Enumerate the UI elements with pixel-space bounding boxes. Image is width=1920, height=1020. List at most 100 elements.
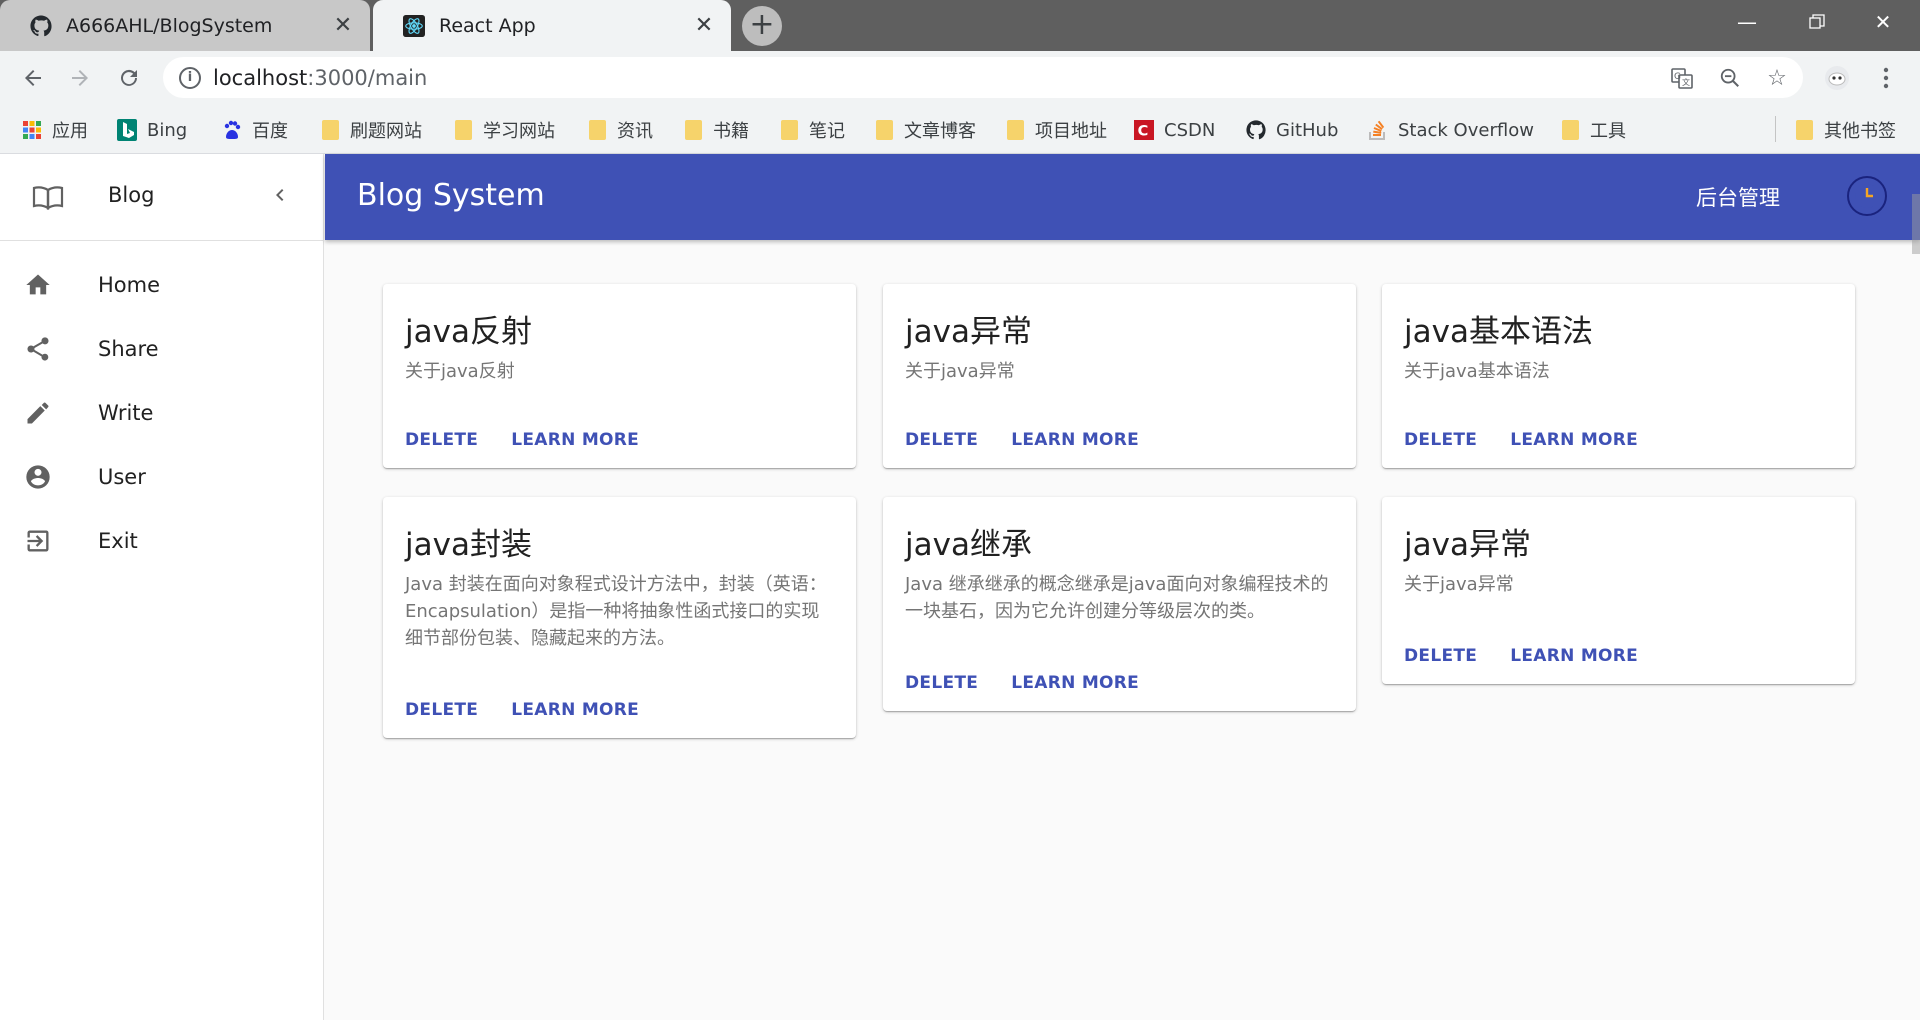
bookmark-folder[interactable]: 工具 <box>1560 116 1626 144</box>
close-tab-icon[interactable]: ✕ <box>328 13 358 38</box>
delete-button[interactable]: DELETE <box>905 673 978 693</box>
close-window-icon[interactable]: ✕ <box>1852 0 1914 44</box>
folder-icon <box>320 120 340 140</box>
learn-more-button[interactable]: LEARN MORE <box>511 430 639 450</box>
chevron-left-icon[interactable] <box>268 183 292 211</box>
nav-item-label: User <box>98 465 146 489</box>
browser-toolbar: i localhost :3000/main G文 ☆ <box>0 51 1920 104</box>
browser-tab-react-app[interactable]: React App ✕ <box>373 0 731 51</box>
card-description: Java 继承继承的概念继承是java面向对象编程技术的一块基石，因为它允许创建… <box>905 574 1329 622</box>
card-title: java基本语法 <box>1404 314 1593 350</box>
close-tab-icon[interactable]: ✕ <box>689 13 719 38</box>
back-icon[interactable] <box>16 61 50 95</box>
forward-icon[interactable] <box>63 61 97 95</box>
card-description: 关于java基本语法 <box>1404 361 1550 382</box>
bookmark-label: 项目地址 <box>1035 121 1107 142</box>
svg-text:C: C <box>1138 123 1149 139</box>
react-icon <box>403 14 425 37</box>
bookmark-folder[interactable]: 书籍 <box>683 116 749 144</box>
delete-button[interactable]: DELETE <box>905 430 978 450</box>
bookmark-star-icon[interactable]: ☆ <box>1763 64 1791 92</box>
card-title: java反射 <box>405 314 532 350</box>
svg-text:文: 文 <box>1682 77 1690 87</box>
bookmark-folder[interactable]: 资讯 <box>587 116 653 144</box>
delete-button[interactable]: DELETE <box>1404 646 1477 666</box>
app-title: Blog System <box>357 178 545 213</box>
bookmark-label: 百度 <box>252 121 288 142</box>
bookmark-folder[interactable]: 笔记 <box>779 116 845 144</box>
bookmark-label: Bing <box>147 119 188 141</box>
folder-icon <box>779 120 799 140</box>
new-tab-button[interactable]: + <box>742 6 782 46</box>
browser-menu-icon[interactable] <box>1872 64 1900 92</box>
bookmark-other[interactable]: 其他书签 <box>1794 116 1896 144</box>
card-title: java异常 <box>905 314 1032 350</box>
learn-more-button[interactable]: LEARN MORE <box>1510 430 1638 450</box>
learn-more-button[interactable]: LEARN MORE <box>511 700 639 720</box>
reload-icon[interactable] <box>112 61 146 95</box>
post-card: java反射 关于java反射 DELETE LEARN MORE <box>383 284 856 468</box>
bookmark-label: Stack Overflow <box>1398 119 1534 141</box>
nav-item-label: Home <box>98 273 161 297</box>
scrollbar[interactable] <box>1912 194 1920 254</box>
nav-item-label: Exit <box>98 529 138 553</box>
github-icon <box>30 14 52 37</box>
folder-icon <box>1560 120 1580 140</box>
admin-button[interactable]: 后台管理 <box>1696 182 1780 212</box>
bookmark-bing[interactable]: Bing <box>117 116 187 144</box>
folder-icon <box>874 120 894 140</box>
folder-icon <box>587 120 607 140</box>
browser-tab-github[interactable]: A666AHL/BlogSystem ✕ <box>0 0 370 51</box>
learn-more-button[interactable]: LEARN MORE <box>1510 646 1638 666</box>
exit-icon <box>24 527 52 555</box>
address-bar[interactable]: i localhost :3000/main <box>163 57 1803 98</box>
restore-icon[interactable] <box>1786 0 1848 44</box>
translate-icon[interactable]: G文 <box>1668 64 1696 92</box>
bookmark-folder[interactable]: 项目地址 <box>1005 116 1107 144</box>
nav-item-share[interactable]: Share <box>0 317 323 381</box>
post-card: java基本语法 关于java基本语法 DELETE LEARN MORE <box>1382 284 1855 468</box>
nav-item-write[interactable]: Write <box>0 381 323 445</box>
bookmark-folder[interactable]: 学习网站 <box>453 116 555 144</box>
bookmark-github[interactable]: GitHub <box>1246 116 1338 144</box>
nav-item-label: Share <box>98 337 159 361</box>
bookmark-csdn[interactable]: C CSDN <box>1134 116 1215 144</box>
tab-title: React App <box>439 14 536 37</box>
share-icon <box>24 335 52 363</box>
card-description: 关于java异常 <box>905 361 1015 382</box>
delete-button[interactable]: DELETE <box>405 700 478 720</box>
site-info-icon[interactable]: i <box>179 66 201 89</box>
bookmark-folder[interactable]: 刷题网站 <box>320 116 422 144</box>
learn-more-button[interactable]: LEARN MORE <box>1011 430 1139 450</box>
minimize-icon[interactable]: — <box>1716 0 1778 44</box>
nav-item-exit[interactable]: Exit <box>0 509 323 573</box>
clock-icon[interactable] <box>1847 176 1887 216</box>
stackoverflow-icon <box>1368 120 1388 140</box>
bookmarks-bar: 应用 Bing 百度 刷题网站 学习网站 资讯 书籍 笔记 文章博客 项目地址 <box>0 104 1920 154</box>
drawer-header: Blog <box>0 154 323 241</box>
tab-title: A666AHL/BlogSystem <box>66 14 273 37</box>
post-card: java封装 Java 封装在面向对象程式设计方法中，封装（英语：Encapsu… <box>383 497 856 738</box>
account-icon <box>24 463 52 491</box>
nav-item-home[interactable]: Home <box>0 253 323 317</box>
folder-icon <box>1005 120 1025 140</box>
delete-button[interactable]: DELETE <box>1404 430 1477 450</box>
bookmark-baidu[interactable]: 百度 <box>222 116 288 144</box>
card-description: 关于java异常 <box>1404 574 1514 595</box>
bookmark-folder[interactable]: 文章博客 <box>874 116 976 144</box>
learn-more-button[interactable]: LEARN MORE <box>1011 673 1139 693</box>
card-description: 关于java反射 <box>405 361 515 382</box>
bookmark-stackoverflow[interactable]: Stack Overflow <box>1368 116 1534 144</box>
card-title: java异常 <box>1404 527 1531 563</box>
bookmarks-divider <box>1775 116 1776 142</box>
app-bar: Blog System 后台管理 <box>325 154 1920 240</box>
drawer-brand: Blog <box>108 183 155 207</box>
profile-avatar-icon[interactable] <box>1823 64 1851 92</box>
bookmark-apps[interactable]: 应用 <box>22 116 88 144</box>
nav-item-user[interactable]: User <box>0 445 323 509</box>
home-icon <box>24 271 52 299</box>
folder-icon <box>453 120 473 140</box>
delete-button[interactable]: DELETE <box>405 430 478 450</box>
bookmark-label: 文章博客 <box>904 121 976 142</box>
zoom-icon[interactable] <box>1716 64 1744 92</box>
